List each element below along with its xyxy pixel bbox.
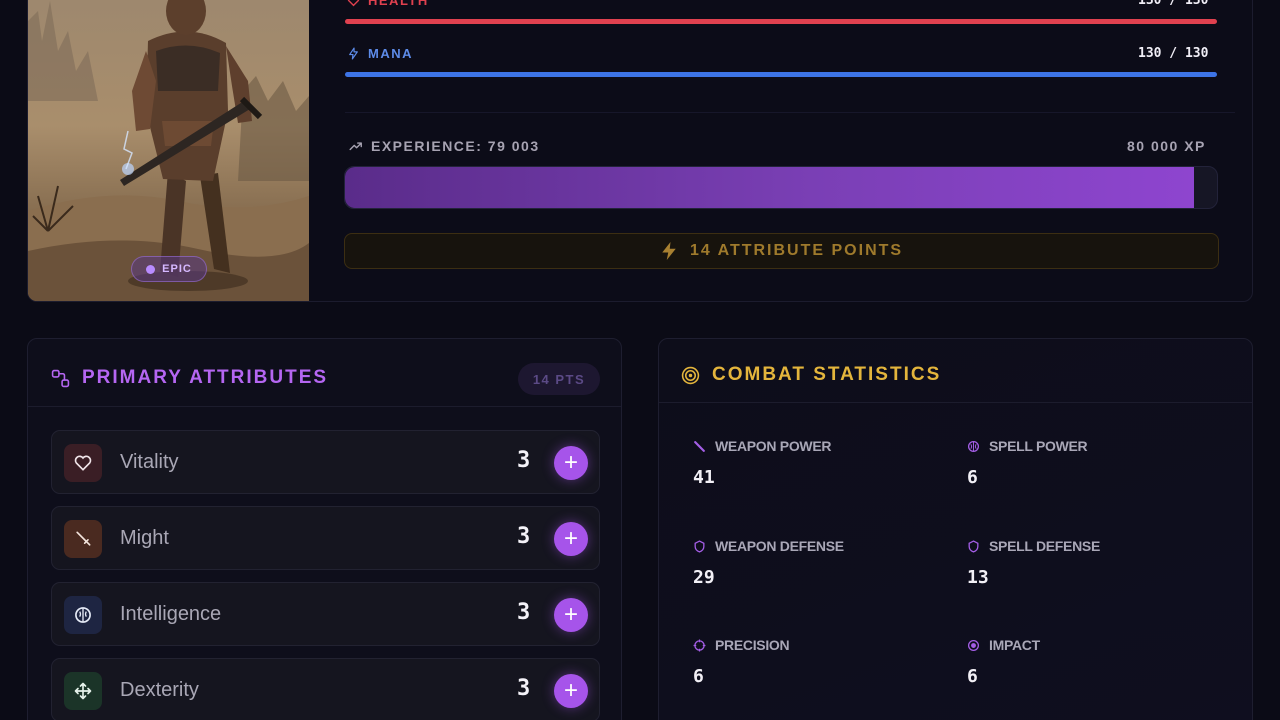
attribute-value: 3 [517,600,531,625]
health-bar [345,19,1217,24]
weapon-power-label: WEAPON POWER [715,438,832,454]
rarity-label: EPIC [162,263,192,275]
weapon-defense-label-group: WEAPON DEFENSE [693,538,844,554]
increase-dexterity-button[interactable]: + [554,674,588,708]
attribute-row-vitality: Vitality 3 + [51,430,600,494]
attribute-value: 3 [517,676,531,701]
attribute-name: Vitality [120,451,179,473]
attribute-points-text: 14 ATTRIBUTE POINTS [689,242,904,259]
weapon-defense-label: WEAPON DEFENSE [715,538,844,554]
primary-attributes-title: PRIMARY ATTRIBUTES [82,367,329,388]
combat-statistics-title: COMBAT STATISTICS [712,364,942,385]
attribute-name: Intelligence [120,603,222,625]
move-arrows-icon [64,672,102,710]
spell-power-value: 6 [967,467,978,488]
spell-power-label-group: SPELL POWER [967,438,1088,454]
combat-statistics-title-group: COMBAT STATISTICS [681,364,941,386]
combat-statistics-header: COMBAT STATISTICS [659,339,1252,403]
lightning-icon [349,47,358,60]
health-label: HEALTH [368,0,429,8]
attribute-name: Might [120,527,169,549]
increase-intelligence-button[interactable]: + [554,598,588,632]
attribute-value: 3 [517,448,531,473]
weapon-power-label-group: WEAPON POWER [693,438,831,454]
experience-max: 80 000 XP [1127,138,1206,154]
impact-label: IMPACT [989,637,1040,653]
experience-label-group: EXPERIENCE: 79 003 [349,138,540,154]
available-points-pill: 14 PTS [518,363,600,395]
precision-label-group: PRECISION [693,637,790,653]
heart-icon [347,0,360,7]
impact-label-group: IMPACT [967,637,1040,653]
increase-vitality-button[interactable]: + [554,446,588,480]
attribute-name: Dexterity [120,679,199,701]
weapon-power-value: 41 [693,467,715,488]
increase-might-button[interactable]: + [554,522,588,556]
attribute-row-intelligence: Intelligence 3 + [51,582,600,646]
nodes-icon [51,369,70,387]
rarity-badge: EPIC [131,256,207,282]
mana-label-group: MANA [347,46,413,61]
health-value: 130 / 130 [1138,0,1209,8]
brain-icon [64,596,102,634]
sword-icon [64,520,102,558]
spell-power-label: SPELL POWER [989,438,1088,454]
shield-icon [694,539,705,553]
attribute-value: 3 [517,524,531,549]
attribute-row-might: Might 3 + [51,506,600,570]
magic-shield-icon [968,539,979,553]
weapon-defense-value: 29 [693,567,715,588]
primary-attributes-panel: PRIMARY ATTRIBUTES 14 PTS Vitality 3 + M… [27,338,622,720]
mana-bar [345,72,1217,77]
lightning-bolt-icon [662,242,676,260]
experience-label: EXPERIENCE: 79 003 [371,138,540,154]
attribute-points-banner: 14 ATTRIBUTE POINTS [344,233,1219,269]
combat-statistics-panel: COMBAT STATISTICS WEAPON POWER 41 SPELL … [658,338,1253,720]
primary-attributes-title-group: PRIMARY ATTRIBUTES [51,367,328,389]
impact-icon [967,639,980,651]
hero-divider [345,112,1235,113]
health-label-group: HEALTH [347,0,429,8]
precision-label: PRECISION [715,637,790,653]
spell-defense-label: SPELL DEFENSE [989,538,1100,554]
mana-label: MANA [368,46,413,61]
primary-attributes-header: PRIMARY ATTRIBUTES 14 PTS [28,339,621,407]
mana-value: 130 / 130 [1138,46,1209,61]
trend-up-icon [349,142,362,151]
spell-defense-value: 13 [967,567,989,588]
heart-icon [64,444,102,482]
experience-bar [344,166,1218,209]
blade-icon [694,440,705,452]
experience-bar-fill [345,167,1195,208]
arcane-orb-icon [967,440,980,452]
character-card: EPIC HEALTH 130 / 130 MANA 130 / 130 EXP… [27,0,1253,302]
target-icon [681,366,700,384]
impact-value: 6 [967,666,978,687]
rarity-dot-icon [146,264,156,274]
attribute-row-dexterity: Dexterity 3 + [51,658,600,720]
spell-defense-label-group: SPELL DEFENSE [967,538,1100,554]
character-portrait: EPIC [28,0,309,301]
crosshair-icon [693,639,706,651]
precision-value: 6 [693,666,704,687]
